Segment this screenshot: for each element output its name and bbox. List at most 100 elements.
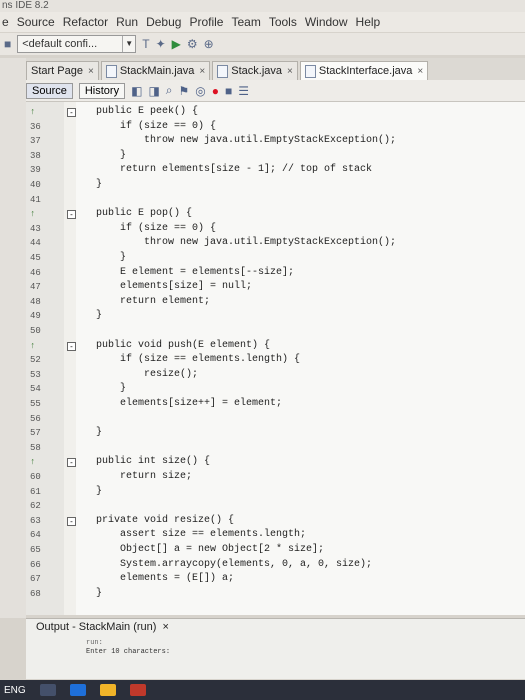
menu-item[interactable]: Window <box>305 15 348 29</box>
tab-start-page[interactable]: Start Page × <box>26 61 99 80</box>
profile-icon[interactable]: ⊕ <box>204 37 214 51</box>
tool-icon-1[interactable]: ■ <box>4 37 11 51</box>
tab-stack-java[interactable]: Stack.java × <box>212 61 298 80</box>
code-text[interactable]: public E pop() { <box>96 208 192 220</box>
code-line: 54 } <box>26 383 525 395</box>
history-button[interactable]: History <box>78 82 126 99</box>
menu-item[interactable]: Team <box>231 15 260 29</box>
menu-item[interactable]: Refactor <box>63 15 108 29</box>
line-number: 54 <box>30 384 41 395</box>
hammer-icon[interactable]: T <box>142 37 149 51</box>
close-icon[interactable]: × <box>287 66 293 77</box>
files-icon[interactable] <box>99 684 116 696</box>
code-line: 64 assert size == elements.length; <box>26 529 525 541</box>
fold-toggle-icon[interactable]: - <box>67 210 76 220</box>
line-number: 53 <box>30 369 41 380</box>
code-text[interactable]: System.arraycopy(elements, 0, a, 0, size… <box>96 559 372 571</box>
code-line: 39 return elements[size - 1]; // top of … <box>26 164 525 176</box>
browser-icon[interactable] <box>69 684 86 696</box>
speaker-icon[interactable] <box>39 684 56 696</box>
code-text[interactable]: } <box>96 150 126 162</box>
code-line: 43 if (size == 0) { <box>26 223 525 235</box>
code-text[interactable]: if (size == 0) { <box>96 223 216 235</box>
code-text[interactable]: } <box>96 486 102 498</box>
fold-toggle-icon[interactable]: - <box>67 108 76 117</box>
code-text[interactable]: public void push(E element) { <box>96 340 270 352</box>
code-text[interactable]: return elements[size - 1]; // top of sta… <box>96 164 372 176</box>
breakpoint-icon[interactable]: ● <box>212 84 219 98</box>
output-line: Enter 10 characters: <box>86 648 171 656</box>
code-text[interactable]: resize(); <box>96 369 198 381</box>
fold-toggle-icon[interactable]: - <box>67 458 76 468</box>
language-indicator: ENG <box>4 684 26 696</box>
editor-subbar: Source History ◧ ◨ ⌕ ⚑ ◎ ● ■ ☰ <box>26 80 525 102</box>
code-line: ↑ - public E peek() { <box>26 106 525 118</box>
menu-item[interactable]: Profile <box>189 15 223 29</box>
code-text[interactable]: } <box>96 252 126 264</box>
output-tab[interactable]: Output - StackMain (run) × <box>36 621 169 633</box>
code-text[interactable]: assert size == elements.length; <box>96 529 306 541</box>
run-icon[interactable]: ▶ <box>172 37 181 51</box>
menu-item[interactable]: Debug <box>146 15 181 29</box>
line-number: 48 <box>30 296 41 307</box>
window-title: ns IDE 8.2 <box>0 0 525 12</box>
code-line: 40} <box>26 179 525 191</box>
close-icon[interactable]: × <box>199 66 205 77</box>
menu-item[interactable]: Tools <box>269 15 297 29</box>
code-text[interactable]: Object[] a = new Object[2 * size]; <box>96 544 324 556</box>
code-text[interactable]: elements[size] = null; <box>96 281 252 293</box>
menu-item[interactable]: e <box>2 15 9 29</box>
line-number: 62 <box>30 501 41 512</box>
code-text[interactable]: elements = (E[]) a; <box>96 573 234 585</box>
tab-stackmain-java[interactable]: StackMain.java × <box>100 61 211 80</box>
close-icon[interactable]: × <box>88 66 94 77</box>
code-text[interactable]: } <box>96 427 102 439</box>
code-editor[interactable]: ↑ - public E peek() {36 if (size == 0) {37… <box>26 102 525 615</box>
tab-label: StackMain.java <box>119 65 195 77</box>
left-panel <box>0 58 26 618</box>
line-number: 56 <box>30 413 41 424</box>
code-text[interactable]: throw new java.util.EmptyStackException(… <box>96 237 396 249</box>
code-text[interactable]: public int size() { <box>96 456 210 468</box>
menu-item[interactable]: Help <box>356 15 381 29</box>
fold-toggle-icon[interactable]: - <box>67 516 76 526</box>
menu-item[interactable]: Run <box>116 15 138 29</box>
debug-icon[interactable]: ⚙ <box>187 37 198 51</box>
code-text[interactable]: } <box>96 179 102 191</box>
search-icon[interactable]: ⌕ <box>166 83 173 98</box>
close-icon[interactable]: × <box>417 66 423 77</box>
line-number: 57 <box>30 428 41 439</box>
forward-icon[interactable]: ◨ <box>148 84 159 98</box>
code-text[interactable]: E element = elements[--size]; <box>96 267 294 279</box>
code-text[interactable]: return size; <box>96 471 192 483</box>
menu-item[interactable]: Source <box>17 15 55 29</box>
code-text[interactable]: throw new java.util.EmptyStackException(… <box>96 135 396 147</box>
code-text[interactable]: private void resize() { <box>96 515 234 527</box>
back-icon[interactable]: ◧ <box>131 84 142 98</box>
line-number: 61 <box>30 486 41 497</box>
code-text[interactable]: elements[size++] = element; <box>96 398 282 410</box>
source-button[interactable]: Source <box>26 82 73 99</box>
code-text[interactable]: return element; <box>96 296 210 308</box>
code-text[interactable]: if (size == elements.length) { <box>96 354 300 366</box>
bookmark-icon[interactable]: ⚑ <box>179 84 190 98</box>
toggle-icon[interactable]: ◎ <box>195 84 205 98</box>
code-line: 36 if (size == 0) { <box>26 121 525 133</box>
code-text[interactable]: public E peek() { <box>96 106 198 118</box>
broom-icon[interactable]: ✦ <box>156 37 166 51</box>
stop-icon[interactable]: ■ <box>225 84 232 98</box>
tab-stackinterface-java[interactable]: StackInterface.java × <box>299 61 429 80</box>
code-line: ↑ - public void push(E element) { <box>26 340 525 352</box>
java-file-icon <box>217 64 229 78</box>
fold-toggle-icon[interactable]: - <box>67 341 76 351</box>
code-line: 50 <box>26 325 525 337</box>
code-text[interactable]: } <box>96 588 102 600</box>
mail-icon[interactable] <box>129 684 146 696</box>
config-selector[interactable]: <default confi... ▼ <box>17 35 137 53</box>
close-icon[interactable]: × <box>162 621 168 633</box>
format-icon[interactable]: ☰ <box>238 84 249 98</box>
code-text[interactable]: if (size == 0) { <box>96 121 216 133</box>
code-text[interactable]: } <box>96 310 102 322</box>
chevron-down-icon[interactable]: ▼ <box>122 36 135 52</box>
code-text[interactable]: } <box>96 383 126 395</box>
